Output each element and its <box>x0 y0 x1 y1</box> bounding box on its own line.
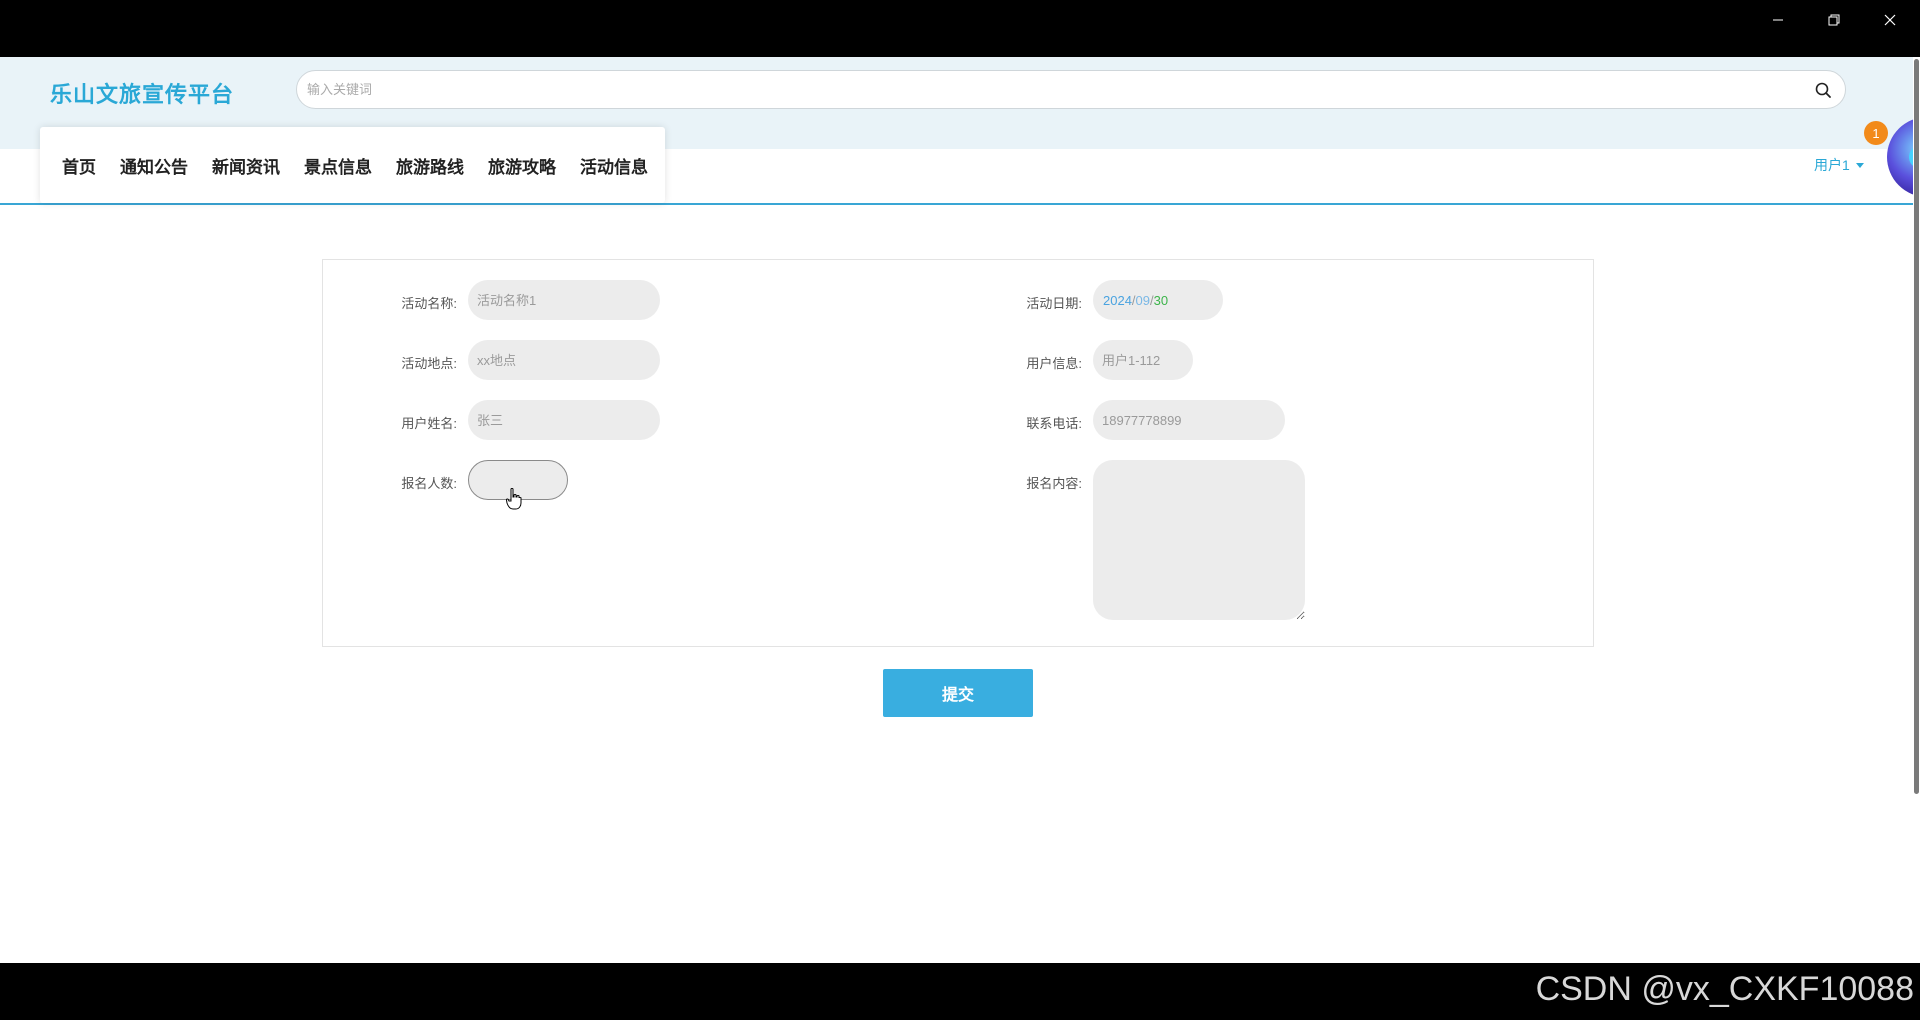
nav-item-notices[interactable]: 通知公告 <box>120 153 188 178</box>
window-titlebar <box>0 0 1920 57</box>
activity-date-field[interactable]: 2024/09/30 <box>1093 280 1223 320</box>
content-label: 报名内容: <box>1026 476 1082 491</box>
pointer-hand-icon <box>506 488 522 510</box>
minimize-icon[interactable] <box>1750 0 1806 40</box>
submit-button[interactable]: 提交 <box>883 669 1033 717</box>
chevron-down-icon <box>1855 162 1864 168</box>
nav-item-home[interactable]: 首页 <box>62 153 96 178</box>
main-nav: 首页 通知公告 新闻资讯 景点信息 旅游路线 旅游攻略 活动信息 <box>40 127 665 203</box>
activity-name-label: 活动名称: <box>401 296 457 311</box>
close-icon[interactable] <box>1862 0 1918 40</box>
user-name: 用户1 <box>1814 157 1850 173</box>
count-label: 报名人数: <box>401 476 457 491</box>
nav-item-news[interactable]: 新闻资讯 <box>212 153 280 178</box>
user-name-label: 用户姓名: <box>401 416 457 431</box>
user-name-field[interactable] <box>468 400 660 440</box>
nav-item-routes[interactable]: 旅游路线 <box>396 153 464 178</box>
nav-item-guides[interactable]: 旅游攻略 <box>488 153 556 178</box>
activity-name-field[interactable] <box>468 280 660 320</box>
user-info-field[interactable] <box>1093 340 1193 380</box>
search-input[interactable] <box>307 71 1807 108</box>
location-label: 活动地点: <box>401 356 457 371</box>
site-logo-title[interactable]: 乐山文旅宣传平台 <box>50 77 234 109</box>
phone-field[interactable] <box>1093 400 1285 440</box>
nav-item-attractions[interactable]: 景点信息 <box>304 153 372 178</box>
search-icon[interactable] <box>1813 80 1833 100</box>
watermark-text: CSDN @vx_CXKF10088 <box>1535 970 1914 1008</box>
location-field[interactable] <box>468 340 660 380</box>
bottom-bar: CSDN @vx_CXKF10088 <box>0 963 1920 1020</box>
content-textarea[interactable] <box>1093 460 1305 620</box>
app-viewport: 乐山文旅宣传平台 首页 通知公告 新闻资讯 景点信息 旅游路线 旅游攻略 活动信… <box>0 57 1920 963</box>
phone-label: 联系电话: <box>1026 416 1082 431</box>
notification-badge[interactable]: 1 <box>1864 121 1888 145</box>
restore-icon[interactable] <box>1806 0 1862 40</box>
activity-date-label: 活动日期: <box>1026 296 1082 311</box>
user-menu[interactable]: 用户1 <box>1814 155 1864 175</box>
search-box <box>296 70 1846 109</box>
scrollbar-thumb[interactable] <box>1914 59 1919 794</box>
signup-form: 活动名称: 活动日期: 2024/09/30 活动地点: 用户信息: 用户姓名:… <box>322 259 1594 647</box>
user-info-label: 用户信息: <box>1026 356 1082 371</box>
nav-item-activities[interactable]: 活动信息 <box>580 153 648 178</box>
